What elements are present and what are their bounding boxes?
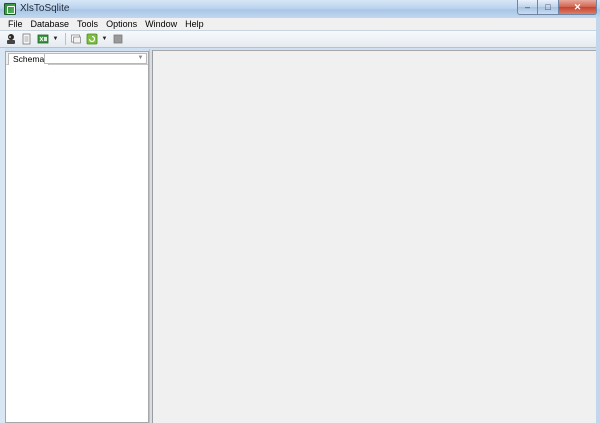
menu-options[interactable]: Options	[102, 18, 141, 30]
chevron-down-icon[interactable]: ▼	[136, 54, 145, 63]
connect-icon	[7, 34, 15, 44]
schema-tree[interactable]	[6, 66, 148, 422]
maximize-icon: □	[545, 2, 551, 12]
window-controls: – □ ✕	[517, 0, 597, 15]
import-dropdown-arrow[interactable]: ▼	[52, 32, 59, 46]
open-file-icon	[22, 33, 31, 45]
export-icon	[71, 34, 81, 44]
workspace-area	[152, 50, 600, 423]
maximize-button[interactable]: □	[538, 0, 559, 15]
toolbar-separator	[65, 33, 66, 45]
refresh-dropdown-arrow[interactable]: ▼	[101, 32, 108, 46]
minimize-icon: –	[524, 2, 530, 12]
import-excel-button[interactable]	[36, 32, 50, 46]
menu-tools[interactable]: Tools	[73, 18, 102, 30]
export-button[interactable]	[69, 32, 83, 46]
menu-window[interactable]: Window	[141, 18, 181, 30]
menu-database[interactable]: Database	[27, 18, 74, 30]
refresh-icon	[86, 33, 98, 45]
open-file-button[interactable]	[20, 32, 34, 46]
menu-help[interactable]: Help	[181, 18, 208, 30]
refresh-button[interactable]	[85, 32, 99, 46]
title-bar: XlsToSqlite – □ ✕	[0, 0, 600, 18]
stop-icon	[113, 34, 123, 44]
schema-selector[interactable]: ▼	[44, 53, 147, 64]
menu-bar: File Database Tools Options Window Help	[0, 18, 600, 31]
minimize-button[interactable]: –	[517, 0, 538, 15]
window-frame-right	[596, 18, 600, 423]
schema-tab[interactable]: Schema	[8, 53, 50, 65]
menu-file[interactable]: File	[4, 18, 27, 30]
stop-button[interactable]	[111, 32, 125, 46]
connect-button[interactable]	[4, 32, 18, 46]
toolbar: ▼ ▼	[0, 31, 600, 48]
import-excel-icon	[37, 34, 49, 44]
close-icon: ✕	[573, 1, 582, 12]
app-icon	[4, 3, 16, 15]
schema-header: Schema ▼	[6, 52, 148, 65]
window-title: XlsToSqlite	[20, 3, 70, 14]
schema-panel: Schema ▼	[5, 51, 149, 423]
close-button[interactable]: ✕	[559, 0, 597, 15]
